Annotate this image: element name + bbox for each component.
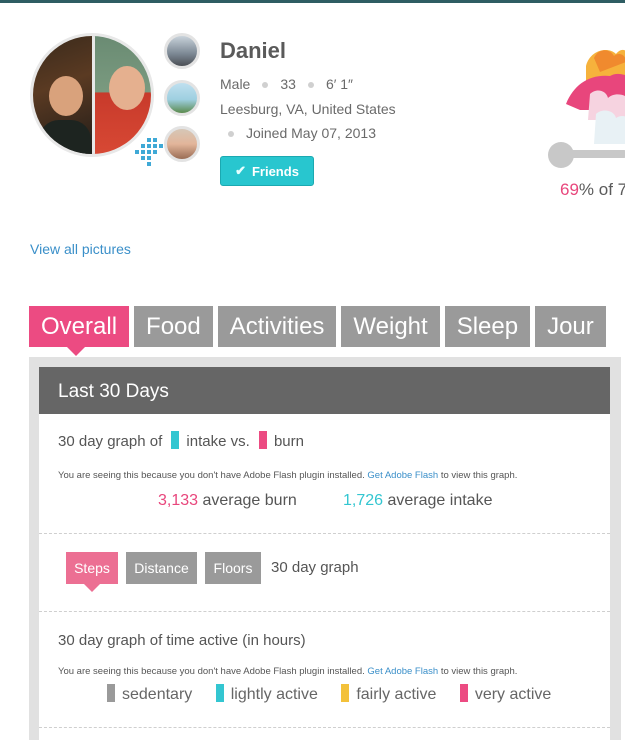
steps-graph-label: 30 day graph [271,559,359,576]
activity-legend: sedentary lightly active fairly active v… [102,684,565,704]
legend-very-active: very active [455,684,551,703]
photo-thumbnail[interactable] [164,126,200,162]
intake-swatch [171,431,180,450]
divider [39,727,610,728]
tab-food[interactable]: Food [134,306,213,347]
separator-dot [228,131,234,138]
flash-notice: You are seeing this because you don't ha… [58,666,518,677]
legend-lightly-active: lightly active [211,684,318,703]
friends-label: Friends [251,163,299,179]
divider [39,533,610,534]
goal-progress-slider [548,142,625,168]
view-all-pictures-link[interactable]: View all pictures [30,241,131,257]
get-flash-link[interactable]: Get Adobe Flash [367,666,438,677]
tab-sleep[interactable]: Sleep [444,306,531,347]
average-burn: 3,133 average burn [158,492,297,509]
friends-button[interactable]: ✔ Friends [220,156,314,186]
gender: Male [220,76,251,92]
goal-percent: 69 [560,180,579,199]
top-bar [0,0,625,3]
intake-burn-title: 30 day graph of intake vs. burn [58,431,304,450]
burn-swatch [258,431,267,450]
photo-thumbnail[interactable] [164,80,200,116]
age: 33 [280,76,296,92]
joined-row: Joined May 07, 2013 [220,125,376,141]
get-flash-link[interactable]: Get Adobe Flash [367,470,438,481]
legend-sedentary: sedentary [102,684,192,703]
tab-weight[interactable]: Weight [341,306,440,347]
goal-progress-text: 69% of 7 [560,180,625,199]
badge-illustration [560,44,625,144]
steps-button[interactable]: Steps [66,552,118,592]
distance-button[interactable]: Distance [126,552,197,584]
tab-overall[interactable]: Overall [29,306,130,356]
legend-fairly-active: fairly active [336,684,436,703]
height: 6′ 1″ [325,76,353,92]
profile-stats: Male 33 6′ 1″ [220,76,353,92]
pixel-dots-decoration [133,138,165,172]
separator-dot [262,82,269,89]
tab-journal[interactable]: Jour [535,306,606,347]
slider-knob [548,142,574,168]
panel-title: Last 30 Days [39,367,610,414]
checkmark-icon: ✔ [235,163,246,178]
average-intake: 1,726 average intake [343,492,493,509]
tab-activities[interactable]: Activities [217,306,337,347]
location: Leesburg, VA, United States [220,101,396,117]
profile-name: Daniel [220,38,287,63]
time-active-title: 30 day graph of time active (in hours) [58,632,306,649]
overview-panel [39,367,610,740]
separator-dot [307,82,314,89]
joined-date: Joined May 07, 2013 [246,125,376,141]
photo-thumbnail[interactable] [164,33,200,69]
floors-button[interactable]: Floors [205,552,261,584]
section-tabs: Overall Food Activities Weight Sleep Jou… [29,306,606,356]
divider [39,611,610,612]
flash-notice: You are seeing this because you don't ha… [58,470,518,481]
